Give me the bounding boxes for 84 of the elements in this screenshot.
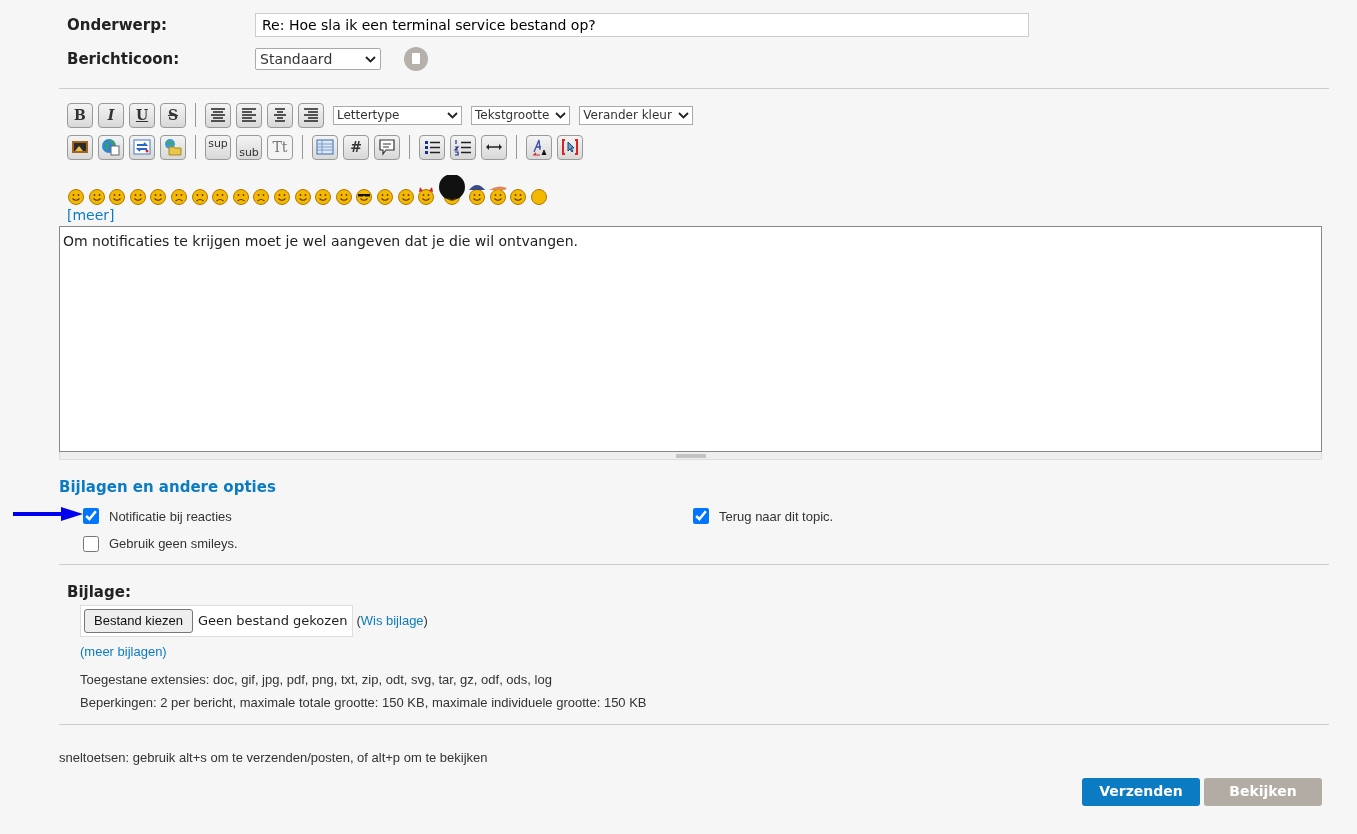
globe-button[interactable] [98, 134, 124, 160]
option-label: Terug naar dit topic. [719, 507, 834, 526]
superscript-button[interactable]: sup [205, 134, 231, 160]
globe-folder-icon [162, 136, 184, 158]
shortcuts-text: sneltoetsen: gebruik alt+s om te verzenden/posten, of alt+p om te bekijken [59, 749, 489, 767]
double-arrow-button[interactable] [481, 134, 507, 160]
pointer-brackets-button[interactable] [557, 134, 583, 160]
subject-field[interactable]: Re: Hoe sla ik een terminal service bestand op? [255, 13, 1029, 37]
toolbar-dropdown[interactable]: Lettertype [333, 105, 462, 125]
caret-icon [677, 111, 689, 119]
font-button[interactable] [526, 134, 552, 160]
speech-bubble-icon [376, 136, 398, 158]
smiley-icon[interactable] [272, 186, 291, 205]
more-attachments-link[interactable]: (meer bijlagen) [80, 641, 167, 661]
align-right-button[interactable] [298, 102, 324, 128]
smiley-icon[interactable] [67, 186, 85, 205]
sad-smiley-icon[interactable] [231, 186, 250, 205]
smiley-icon[interactable] [396, 186, 415, 205]
smiley-icon[interactable] [375, 186, 394, 205]
message-icon [403, 46, 429, 72]
swap-arrows-icon [131, 136, 153, 158]
globe-folder-button[interactable] [160, 134, 186, 160]
bold-button[interactable]: B [67, 102, 93, 128]
file-input[interactable]: Bestand kiezen Geen bestand gekozen [80, 605, 354, 637]
code-button[interactable]: # [343, 134, 369, 160]
sad-smiley-icon[interactable] [211, 186, 230, 205]
arrow-drawing [13, 506, 83, 521]
caret-icon [555, 111, 567, 119]
smiley-icon[interactable] [293, 186, 312, 205]
checkbox[interactable] [83, 535, 99, 552]
resize-handle[interactable] [59, 452, 1322, 460]
table-icon [314, 136, 336, 158]
section-title: Bijlagen en andere opties [59, 477, 277, 498]
swap-arrows-button[interactable] [129, 134, 155, 160]
send-button[interactable]: Verzenden [1082, 777, 1200, 806]
smiley-icon[interactable] [128, 186, 147, 205]
smiley-icon[interactable] [509, 186, 528, 205]
sad-smiley-icon[interactable] [169, 186, 188, 205]
image-button[interactable] [67, 134, 93, 160]
devil-smiley-icon[interactable] [417, 186, 436, 205]
afro-smiley-icon[interactable] [437, 175, 466, 205]
align-left-button[interactable] [236, 102, 262, 128]
clear-attachment-link[interactable]: Wis bijlage [360, 613, 424, 628]
clear-attachment: (Wis bijlage) [356, 612, 428, 630]
checkbox[interactable] [83, 508, 99, 525]
double-arrow-icon [485, 143, 503, 151]
italic-button[interactable]: I [98, 102, 124, 128]
toolbar-dropdown[interactable]: Tekstgrootte [471, 105, 571, 125]
option-label: Gebruik geen smileys. [109, 535, 238, 553]
globe-icon [100, 136, 122, 158]
option-label: Notificatie bij reacties [109, 507, 232, 526]
attachment-label: Bijlage: [67, 581, 132, 603]
numbered-list-button[interactable] [450, 134, 476, 160]
bullet-list-button[interactable] [419, 134, 445, 160]
message-textarea[interactable]: Om notificaties te krijgen moet je wel aangeven dat je die wil ontvangen. [59, 226, 1322, 452]
smiley-icon[interactable] [108, 186, 127, 205]
sad-smiley-icon[interactable] [190, 186, 209, 205]
subscript-button[interactable]: sub [236, 134, 262, 160]
strikethrough-button[interactable]: S [160, 102, 186, 128]
field-label: Berichticoon: [67, 48, 181, 70]
limits-text: Beperkingen: 2 per bericht, maximale totale grootte: 150 KB, maximale individuele grootte: 150 KB [80, 693, 648, 712]
smiley-icon[interactable] [314, 186, 333, 205]
pointer-brackets-icon [559, 136, 581, 158]
hat-smiley-icon[interactable] [488, 183, 507, 205]
sunglasses-smiley-icon[interactable] [355, 186, 374, 205]
underline-button[interactable]: U [129, 102, 155, 128]
speech-bubble-button[interactable] [374, 134, 400, 160]
justify-align-button[interactable] [205, 102, 231, 128]
smiley-icon[interactable] [334, 186, 353, 205]
field-label: Onderwerp: [67, 14, 168, 36]
smiley-icon[interactable] [87, 186, 106, 205]
icon-dropdown[interactable]: Standaard [255, 48, 381, 70]
table-button[interactable] [312, 134, 338, 160]
text-case-button[interactable]: Tt [267, 134, 293, 160]
toolbar-dropdown[interactable]: Verander kleur [579, 105, 693, 125]
caret-icon [365, 55, 376, 63]
smiley-icon[interactable] [149, 186, 168, 205]
align-center-button[interactable] [267, 102, 293, 128]
more-smileys-link[interactable]: [meer] [67, 205, 115, 226]
blank-smiley-icon[interactable] [530, 186, 549, 205]
allowed-extensions-text: Toegestane extensies: doc, gif, jpg, pdf, png, txt, zip, odt, svg, tar, gz, odf, ods, log [80, 671, 553, 689]
checkbox[interactable] [693, 508, 709, 525]
sad-smiley-icon[interactable] [252, 186, 271, 205]
caret-icon [447, 111, 458, 119]
